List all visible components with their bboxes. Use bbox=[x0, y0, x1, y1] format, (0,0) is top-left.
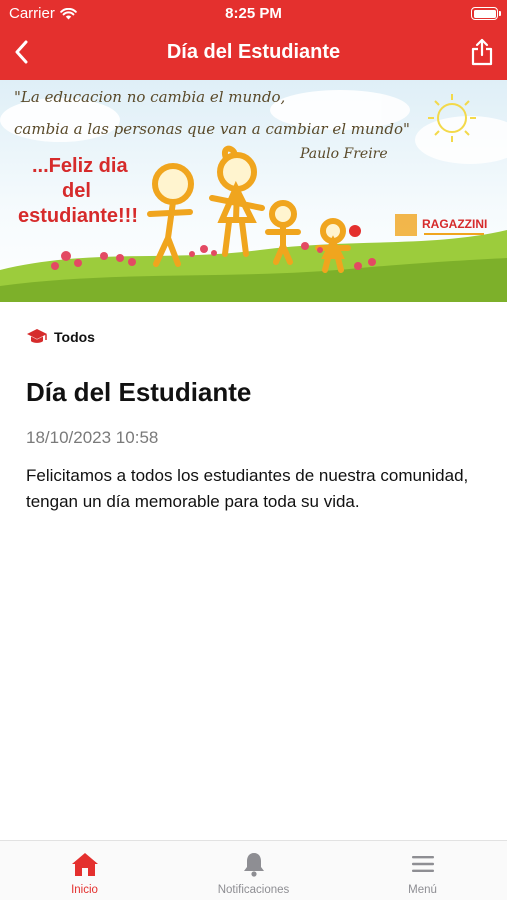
back-button[interactable] bbox=[6, 36, 36, 68]
share-button[interactable] bbox=[467, 34, 497, 70]
post-body: Felicitamos a todos los estudiantes de n… bbox=[26, 466, 469, 511]
tab-notificaciones[interactable]: Notificaciones bbox=[169, 841, 338, 900]
greeting-line-3: estudiante!!! bbox=[18, 205, 138, 227]
student-day-illustration: "La educacion no cambia el mundo, cambia… bbox=[0, 80, 507, 302]
greeting-line-1: ...Feliz dia bbox=[32, 155, 128, 177]
quote-line-1: "La educacion no cambia el mundo, bbox=[14, 88, 285, 106]
tab-menu[interactable]: Menú bbox=[338, 841, 507, 900]
greeting-line-2: del bbox=[62, 180, 91, 202]
quote-author: Paulo Freire bbox=[299, 146, 388, 162]
post-image: "La educacion no cambia el mundo, cambia… bbox=[0, 80, 507, 302]
post-title: Día del Estudiante bbox=[26, 377, 252, 407]
tab-inicio[interactable]: Inicio bbox=[0, 841, 169, 900]
tab-label-notificaciones: Notificaciones bbox=[217, 884, 290, 896]
chevron-left-icon bbox=[15, 40, 28, 64]
logo-text: RAGAZZINI bbox=[422, 217, 487, 231]
status-time: 8:25 PM bbox=[225, 5, 282, 22]
bell-icon bbox=[243, 853, 264, 877]
tab-label-menu: Menú bbox=[408, 884, 437, 896]
menu-icon bbox=[411, 856, 434, 872]
category-label: Todos bbox=[54, 329, 95, 345]
app-header: Carrier 8:25 PM Día del Estudiante bbox=[0, 0, 507, 80]
share-icon bbox=[471, 38, 493, 66]
quote-line-2: cambia a las personas que van a cambiar … bbox=[14, 120, 410, 138]
home-icon bbox=[71, 853, 98, 876]
status-bar: Carrier 8:25 PM bbox=[0, 0, 507, 28]
page-title: Día del Estudiante bbox=[166, 41, 341, 63]
category-tag: Todos bbox=[26, 328, 95, 346]
navigation-bar: Día del Estudiante bbox=[0, 28, 507, 78]
battery-icon bbox=[471, 7, 501, 20]
graduation-cap-icon bbox=[27, 329, 47, 343]
tab-bar: Inicio Notificaciones Menú bbox=[0, 840, 507, 900]
post-date: 18/10/2023 10:58 bbox=[26, 428, 159, 447]
tab-label-inicio: Inicio bbox=[71, 884, 98, 896]
